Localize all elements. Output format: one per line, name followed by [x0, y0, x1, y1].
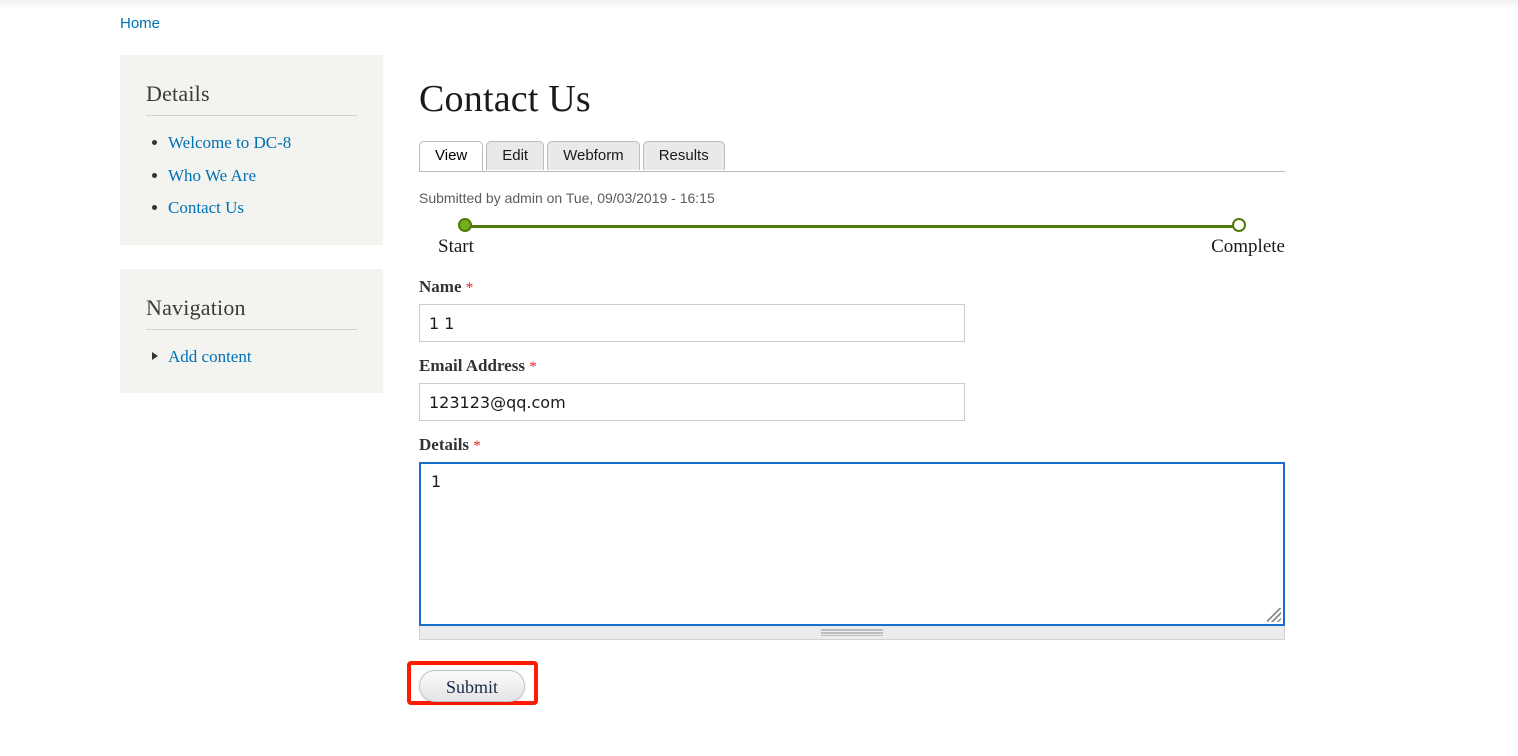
field-details-label-text: Details	[419, 435, 470, 454]
page-root: Home Details Welcome to DC-8 Who We Are …	[0, 0, 1518, 756]
breadcrumb: Home	[120, 15, 160, 32]
field-name: Name *	[419, 277, 1285, 342]
tab-results[interactable]: Results	[642, 141, 725, 170]
progress-label-complete: Complete	[1211, 236, 1285, 257]
tab-view[interactable]: View	[419, 141, 484, 171]
name-input[interactable]	[419, 304, 965, 342]
sidebar-link-contact-us[interactable]: Contact Us	[168, 198, 244, 217]
textarea-grippie-handle[interactable]	[419, 626, 1285, 640]
sidebar: Details Welcome to DC-8 Who We Are Conta…	[120, 55, 383, 393]
list-item: Who We Are	[146, 163, 357, 189]
sidebar-block-navigation-list: Add content	[146, 344, 357, 370]
sidebar-block-details-title: Details	[146, 81, 210, 106]
field-email-address: Email Address *	[419, 356, 1285, 421]
email-input[interactable]	[419, 383, 965, 421]
list-item: Add content	[146, 344, 357, 370]
field-details: Details *	[419, 435, 1285, 640]
sidebar-link-who-we-are[interactable]: Who We Are	[168, 166, 256, 185]
required-marker: *	[529, 359, 537, 375]
breadcrumb-item-home[interactable]: Home	[120, 15, 160, 32]
details-textarea[interactable]	[419, 462, 1285, 626]
tab-edit[interactable]: Edit	[486, 141, 545, 170]
tab-webform[interactable]: Webform	[547, 141, 640, 170]
field-name-label: Name *	[419, 277, 1285, 297]
form-actions: Submit	[407, 661, 1285, 726]
field-name-label-text: Name	[419, 277, 462, 296]
submit-button[interactable]: Submit	[419, 670, 525, 702]
field-details-label: Details *	[419, 435, 1285, 455]
sidebar-block-details-divider	[146, 115, 357, 116]
sidebar-block-navigation-title: Navigation	[146, 294, 246, 320]
sidebar-block-details: Details Welcome to DC-8 Who We Are Conta…	[120, 55, 383, 245]
page-title: Contact Us	[419, 78, 591, 120]
field-email-address-label: Email Address *	[419, 356, 1285, 376]
required-marker: *	[473, 438, 481, 454]
sidebar-link-add-content[interactable]: Add content	[168, 347, 252, 366]
field-email-address-label-text: Email Address	[419, 356, 525, 375]
sidebar-block-details-list: Welcome to DC-8 Who We Are Contact Us	[146, 130, 357, 221]
progress-node-complete	[1232, 218, 1246, 232]
submission-meta: Submitted by admin on Tue, 09/03/2019 - …	[419, 190, 715, 206]
tab-bar: View Edit Webform Results	[419, 141, 1285, 172]
list-item: Contact Us	[146, 195, 357, 221]
main-content: Contact Us View Edit Webform Results Sub…	[407, 55, 1285, 726]
details-textarea-wrapper	[419, 462, 1285, 626]
sidebar-link-welcome-to-dc-8[interactable]: Welcome to DC-8	[168, 133, 291, 152]
list-item: Welcome to DC-8	[146, 130, 357, 156]
progress-label-start: Start	[438, 236, 474, 257]
sidebar-block-navigation-divider	[146, 328, 357, 330]
progress-node-start	[458, 218, 472, 232]
required-marker: *	[465, 280, 474, 296]
sidebar-block-navigation: Navigation Add content	[120, 268, 383, 393]
progress-track	[463, 225, 1241, 228]
progress-tracker: Start Complete	[419, 218, 1285, 263]
